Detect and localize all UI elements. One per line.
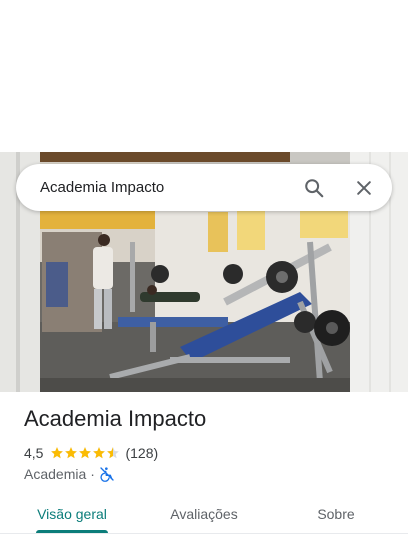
place-category: Academia xyxy=(24,466,87,482)
search-button[interactable] xyxy=(292,164,336,211)
close-icon xyxy=(357,180,371,195)
rating-stars xyxy=(50,446,120,460)
place-tabs: Visão geral Avaliações Sobre xyxy=(0,496,408,536)
search-query-text[interactable]: Academia Impacto xyxy=(40,164,164,211)
star-icon xyxy=(51,447,64,459)
search-bar[interactable]: Academia Impacto xyxy=(16,164,392,211)
separator-dot: · xyxy=(90,466,95,482)
star-icon xyxy=(107,447,120,459)
place-title: Academia Impacto xyxy=(24,406,207,431)
star-icon xyxy=(65,447,78,459)
category-row: Academia · xyxy=(24,465,115,483)
rating-row[interactable]: 4,5 (128) xyxy=(24,444,158,462)
wheelchair-not-accessible-icon xyxy=(100,467,114,482)
search-icon xyxy=(305,178,324,197)
tabs-divider xyxy=(0,533,408,534)
close-button[interactable] xyxy=(342,164,386,211)
review-count: (128) xyxy=(125,445,159,461)
tab-reviews[interactable]: Avaliações xyxy=(152,496,256,532)
star-icon xyxy=(93,447,106,459)
tab-about[interactable]: Sobre xyxy=(288,496,384,532)
rating-value: 4,5 xyxy=(24,445,44,461)
star-icon xyxy=(79,447,92,459)
tab-overview[interactable]: Visão geral xyxy=(20,496,124,532)
